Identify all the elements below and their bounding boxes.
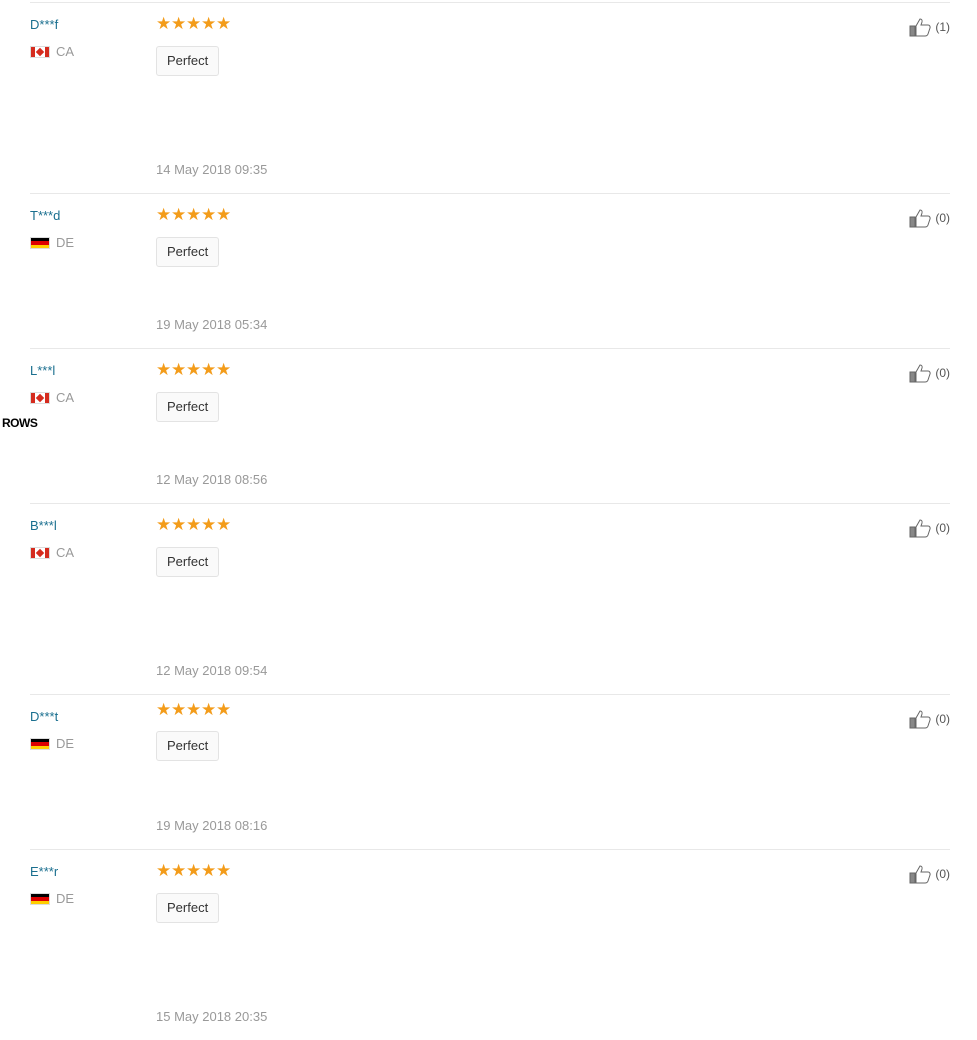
like-count: (1): [935, 20, 950, 34]
thumbs-up-icon: [909, 18, 931, 37]
star-icon: ★: [156, 360, 172, 379]
like-button[interactable]: (0): [909, 363, 950, 383]
like-button[interactable]: (0): [909, 518, 950, 538]
like-count: (0): [935, 521, 950, 535]
reviewer-name[interactable]: B***l: [30, 518, 57, 533]
review-item: E***r DE ★★★★★ Perfect 15 May 2018 20:35…: [30, 849, 950, 1040]
review-tag: Perfect: [156, 547, 220, 577]
reviewer-country: DE: [30, 891, 74, 906]
reviewer-country: DE: [30, 235, 74, 250]
reviewer-name[interactable]: D***t: [30, 709, 58, 724]
reviewer-country: CA: [30, 545, 74, 560]
star-icon: ★: [186, 700, 202, 719]
star-icon: ★: [156, 14, 172, 33]
thumbs-up-icon: [909, 209, 931, 228]
star-icon: ★: [186, 205, 202, 224]
star-rating: ★★★★★: [156, 361, 231, 378]
star-icon: ★: [171, 515, 187, 534]
star-icon: ★: [156, 861, 172, 880]
like-count: (0): [935, 211, 950, 225]
thumbs-up-icon: [909, 364, 931, 383]
review-item: T***d DE ★★★★★ Perfect 19 May 2018 05:34…: [30, 193, 950, 349]
star-icon: ★: [186, 14, 202, 33]
canada-flag-icon: [30, 391, 50, 404]
star-rating: ★★★★★: [156, 15, 231, 32]
star-icon: ★: [216, 14, 232, 33]
canada-flag-icon: [30, 45, 50, 58]
reviewer-country: DE: [30, 736, 74, 751]
reviewer-name[interactable]: T***d: [30, 208, 60, 223]
review-tag: Perfect: [156, 731, 220, 761]
review-tag: Perfect: [156, 46, 220, 76]
thumbs-up-icon: [909, 519, 931, 538]
like-button[interactable]: (0): [909, 709, 950, 729]
review-tag: Perfect: [156, 237, 220, 267]
country-code: CA: [56, 390, 75, 405]
star-icon: ★: [216, 360, 232, 379]
star-icon: ★: [201, 515, 217, 534]
star-icon: ★: [216, 205, 232, 224]
country-code: DE: [56, 736, 75, 751]
star-icon: ★: [171, 205, 187, 224]
star-icon: ★: [201, 205, 217, 224]
star-icon: ★: [201, 360, 217, 379]
canada-flag-icon: [30, 546, 50, 559]
review-item: L***l CA ★★★★★ Perfect 12 May 2018 08:56…: [30, 348, 950, 504]
star-icon: ★: [201, 14, 217, 33]
star-icon: ★: [171, 14, 187, 33]
country-code: CA: [56, 44, 75, 59]
star-rating: ★★★★★: [156, 862, 231, 879]
reviewer-name[interactable]: D***f: [30, 17, 58, 32]
review-tag: Perfect: [156, 392, 220, 422]
like-button[interactable]: (1): [909, 17, 950, 37]
germany-flag-icon: [30, 737, 50, 750]
review-date: 19 May 2018 05:34: [156, 317, 268, 332]
country-code: CA: [56, 545, 75, 560]
reviewer-country: CA: [30, 44, 74, 59]
star-icon: ★: [171, 700, 187, 719]
review-date: 14 May 2018 09:35: [156, 162, 268, 177]
star-icon: ★: [171, 861, 187, 880]
star-icon: ★: [216, 515, 232, 534]
star-icon: ★: [186, 515, 202, 534]
germany-flag-icon: [30, 892, 50, 905]
like-count: (0): [935, 712, 950, 726]
star-icon: ★: [201, 700, 217, 719]
thumbs-up-icon: [909, 865, 931, 884]
review-date: 12 May 2018 09:54: [156, 663, 268, 678]
reviewer-name[interactable]: E***r: [30, 864, 58, 879]
country-code: DE: [56, 891, 75, 906]
star-icon: ★: [156, 515, 172, 534]
star-rating: ★★★★★: [156, 206, 231, 223]
review-item: D***t DE ★★★★★ Perfect 19 May 2018 08:16…: [30, 694, 950, 850]
star-icon: ★: [186, 861, 202, 880]
like-count: (0): [935, 867, 950, 881]
reviewer-name[interactable]: L***l: [30, 363, 55, 378]
star-icon: ★: [216, 700, 232, 719]
star-icon: ★: [156, 205, 172, 224]
review-tag: Perfect: [156, 893, 220, 923]
thumbs-up-icon: [909, 710, 931, 729]
star-rating: ★★★★★: [156, 701, 231, 718]
review-item: B***l CA ★★★★★ Perfect 12 May 2018 09:54…: [30, 503, 950, 695]
like-count: (0): [935, 366, 950, 380]
germany-flag-icon: [30, 236, 50, 249]
star-icon: ★: [186, 360, 202, 379]
star-icon: ★: [156, 700, 172, 719]
star-icon: ★: [216, 861, 232, 880]
review-item: D***f CA ★★★★★ Perfect 14 May 2018 09:35…: [30, 2, 950, 194]
like-button[interactable]: (0): [909, 208, 950, 228]
review-date: 15 May 2018 20:35: [156, 1009, 268, 1024]
star-icon: ★: [171, 360, 187, 379]
star-icon: ★: [201, 861, 217, 880]
country-code: DE: [56, 235, 75, 250]
review-date: 19 May 2018 08:16: [156, 818, 268, 833]
star-rating: ★★★★★: [156, 516, 231, 533]
reviewer-country: CA: [30, 390, 74, 405]
like-button[interactable]: (0): [909, 864, 950, 884]
review-date: 12 May 2018 08:56: [156, 472, 268, 487]
